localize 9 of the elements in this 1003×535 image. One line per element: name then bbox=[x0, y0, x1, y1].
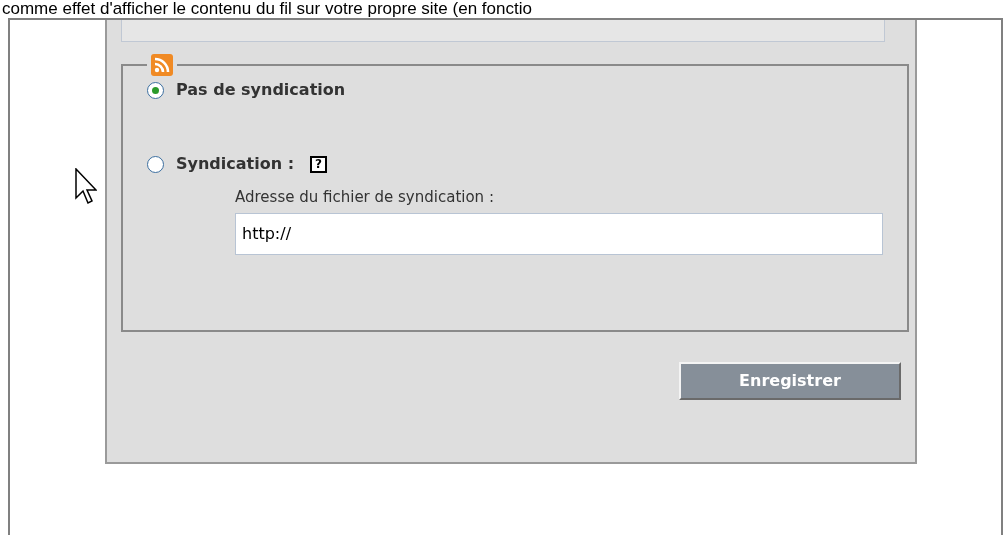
rss-feed-icon bbox=[151, 54, 173, 76]
radio-button[interactable] bbox=[147, 155, 164, 173]
intro-text: comme effet d'afficher le contenu du fil sur votre propre site (en fonctio bbox=[1, 0, 533, 18]
help-button[interactable]: ? bbox=[310, 155, 328, 173]
option-label: Syndication : bbox=[176, 153, 295, 175]
option-label: Pas de syndication bbox=[176, 79, 346, 101]
url-input-field[interactable]: http:// bbox=[235, 212, 883, 255]
field-label: Adresse du fichier de syndication : bbox=[235, 187, 495, 208]
radio-button[interactable] bbox=[147, 81, 164, 99]
